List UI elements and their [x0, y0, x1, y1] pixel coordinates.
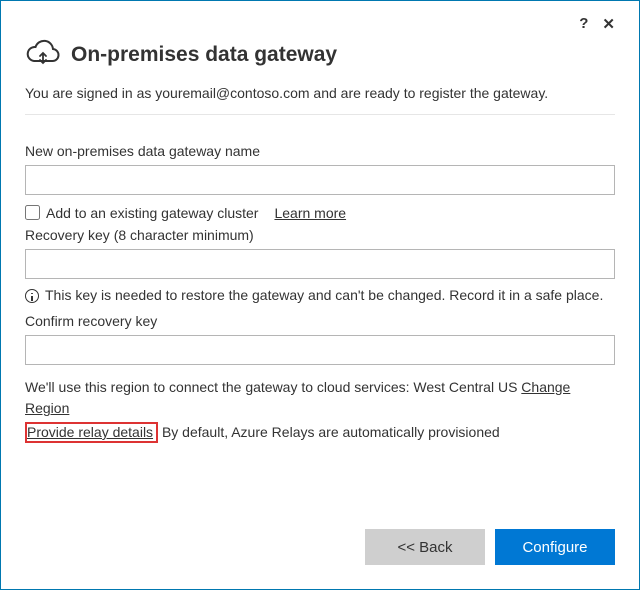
cloud-gateway-icon	[25, 37, 61, 72]
relay-info: Provide relay details By default, Azure …	[25, 424, 615, 440]
gateway-name-label: New on-premises data gateway name	[25, 143, 615, 159]
relay-suffix: By default, Azure Relays are automatical…	[158, 424, 500, 440]
confirm-key-input[interactable]	[25, 335, 615, 365]
gateway-window: ? ✕ On-premises data gateway You are sig…	[0, 0, 640, 590]
header: On-premises data gateway	[25, 37, 615, 72]
close-icon[interactable]: ✕	[602, 15, 615, 33]
signin-status: You are signed in as youremail@contoso.c…	[25, 84, 615, 115]
relay-highlight-box: Provide relay details	[25, 422, 158, 443]
titlebar: ? ✕	[25, 15, 615, 33]
gateway-name-input[interactable]	[25, 165, 615, 195]
region-info: We'll use this region to connect the gat…	[25, 377, 615, 420]
region-prefix: We'll use this region to connect the gat…	[25, 379, 413, 395]
cluster-learn-more-link[interactable]: Learn more	[274, 205, 346, 221]
page-title: On-premises data gateway	[71, 43, 337, 67]
confirm-key-label: Confirm recovery key	[25, 313, 615, 329]
provide-relay-details-link[interactable]: Provide relay details	[27, 424, 153, 440]
cluster-checkbox-label: Add to an existing gateway cluster	[46, 205, 258, 221]
form-body: New on-premises data gateway name Add to…	[25, 143, 615, 440]
recovery-key-input[interactable]	[25, 249, 615, 279]
configure-button[interactable]: Configure	[495, 529, 615, 565]
info-icon	[25, 289, 39, 303]
recovery-key-info: This key is needed to restore the gatewa…	[25, 287, 615, 303]
cluster-checkbox-row[interactable]: Add to an existing gateway cluster Learn…	[25, 205, 615, 221]
recovery-key-label: Recovery key (8 character minimum)	[25, 227, 615, 243]
region-current: West Central US	[413, 379, 517, 395]
back-button[interactable]: << Back	[365, 529, 485, 565]
cluster-checkbox[interactable]	[25, 205, 40, 220]
footer-buttons: << Back Configure	[25, 529, 615, 565]
recovery-key-info-text: This key is needed to restore the gatewa…	[45, 287, 603, 303]
help-icon[interactable]: ?	[579, 15, 588, 33]
